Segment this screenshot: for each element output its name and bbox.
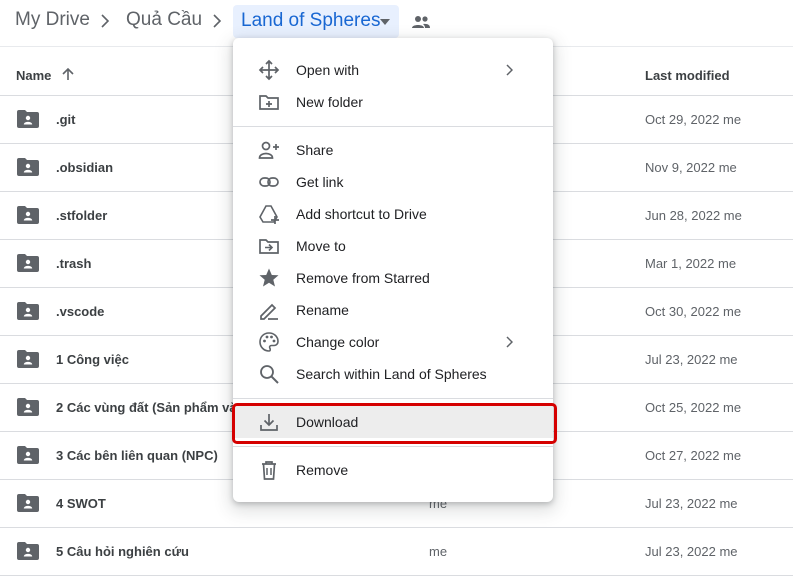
table-row[interactable]: 5 Câu hỏi nghiên cứu me Jul 23, 2022 me <box>0 527 793 576</box>
menu-divider <box>233 126 553 127</box>
menu-divider <box>233 446 553 447</box>
shared-folder-icon <box>17 110 39 128</box>
move-to-icon <box>259 239 279 254</box>
menu-item-label: Get link <box>296 174 344 190</box>
palette-icon <box>259 332 279 352</box>
last-modified: Oct 27, 2022 me <box>645 448 742 463</box>
file-name: .trash <box>56 256 92 271</box>
menu-item-label: Remove from Starred <box>296 270 430 286</box>
file-name: 3 Các bên liên quan (NPC) <box>56 448 218 463</box>
menu-item-open-with[interactable]: Open with <box>233 54 553 86</box>
chevron-right-icon <box>213 14 222 28</box>
chevron-right-icon <box>506 336 513 348</box>
menu-item-remove[interactable]: Remove <box>233 454 553 486</box>
new-folder-icon <box>259 95 279 110</box>
last-modified: Jul 23, 2022 me <box>645 352 738 367</box>
shared-folder-icon <box>17 254 39 272</box>
menu-item-label: Rename <box>296 302 349 318</box>
menu-item-rename[interactable]: Rename <box>233 294 553 326</box>
breadcrumb-current-folder[interactable]: Land of Spheres <box>233 5 399 38</box>
breadcrumb-my-drive[interactable]: My Drive <box>15 9 90 31</box>
shared-folder-icon <box>17 302 39 320</box>
column-header-last-modified[interactable]: Last modified <box>645 68 730 83</box>
menu-item-label: New folder <box>296 94 363 110</box>
last-modified: Oct 30, 2022 me <box>645 304 742 319</box>
file-name: 4 SWOT <box>56 496 106 511</box>
file-name: .git <box>56 112 76 127</box>
shared-folder-icon <box>17 350 39 368</box>
menu-item-share[interactable]: Share <box>233 134 553 166</box>
menu-item-label: Move to <box>296 238 346 254</box>
menu-item-get-link[interactable]: Get link <box>233 166 553 198</box>
chevron-right-icon <box>506 64 513 76</box>
menu-item-label: Remove <box>296 462 349 478</box>
menu-item-new-folder[interactable]: New folder <box>233 86 553 118</box>
last-modified: Oct 29, 2022 me <box>645 112 742 127</box>
shared-folder-icon <box>17 206 39 224</box>
shared-folder-icon <box>17 446 39 464</box>
file-name: .obsidian <box>56 160 114 175</box>
menu-item-label: Add shortcut to Drive <box>296 206 427 222</box>
trash-icon <box>262 461 276 480</box>
last-modified: Mar 1, 2022 me <box>645 256 737 271</box>
shared-people-icon[interactable] <box>411 14 431 30</box>
rename-icon <box>260 303 278 320</box>
last-modified: Oct 25, 2022 me <box>645 400 742 415</box>
menu-divider <box>233 398 553 399</box>
breadcrumb-qua-cau[interactable]: Quả Cầu <box>126 9 202 31</box>
shared-folder-icon <box>17 398 39 416</box>
file-name: 2 Các vùng đất (Sản phẩm và r <box>56 400 246 415</box>
search-icon <box>260 365 279 384</box>
chevron-right-icon <box>101 14 110 28</box>
menu-item-search-within[interactable]: Search within Land of Spheres <box>233 358 553 390</box>
menu-item-label: Change color <box>296 334 380 350</box>
share-icon <box>258 141 279 159</box>
shared-folder-icon <box>17 494 39 512</box>
menu-item-label: Download <box>296 414 359 430</box>
add-shortcut-icon <box>259 205 279 224</box>
menu-item-label: Open with <box>296 62 360 78</box>
menu-item-label: Search within Land of Spheres <box>296 366 487 382</box>
menu-item-remove-from-starred[interactable]: Remove from Starred <box>233 262 553 294</box>
open-with-icon <box>258 59 280 81</box>
file-owner: me <box>429 544 448 559</box>
menu-item-label: Share <box>296 142 334 158</box>
shared-folder-icon <box>17 158 39 176</box>
last-modified: Nov 9, 2022 me <box>645 160 737 175</box>
menu-item-move-to[interactable]: Move to <box>233 230 553 262</box>
star-icon <box>259 268 279 287</box>
file-name: .vscode <box>56 304 105 319</box>
last-modified: Jul 23, 2022 me <box>645 544 738 559</box>
download-icon <box>260 414 278 431</box>
menu-item-add-shortcut[interactable]: Add shortcut to Drive <box>233 198 553 230</box>
shared-folder-icon <box>17 542 39 560</box>
last-modified: Jun 28, 2022 me <box>645 208 742 223</box>
caret-down-icon <box>380 19 390 25</box>
file-name: .stfolder <box>56 208 108 223</box>
current-folder-label: Land of Spheres <box>241 10 381 31</box>
context-menu: Open with New folder Share Get link Add … <box>233 38 553 502</box>
arrow-up-icon[interactable] <box>61 67 75 81</box>
menu-item-change-color[interactable]: Change color <box>233 326 553 358</box>
menu-item-download[interactable]: Download <box>233 406 553 438</box>
file-name: 5 Câu hỏi nghiên cứu <box>56 544 189 559</box>
last-modified: Jul 23, 2022 me <box>645 496 738 511</box>
file-name: 1 Công việc <box>56 352 129 367</box>
link-icon <box>259 177 279 187</box>
column-header-name[interactable]: Name <box>16 68 51 83</box>
